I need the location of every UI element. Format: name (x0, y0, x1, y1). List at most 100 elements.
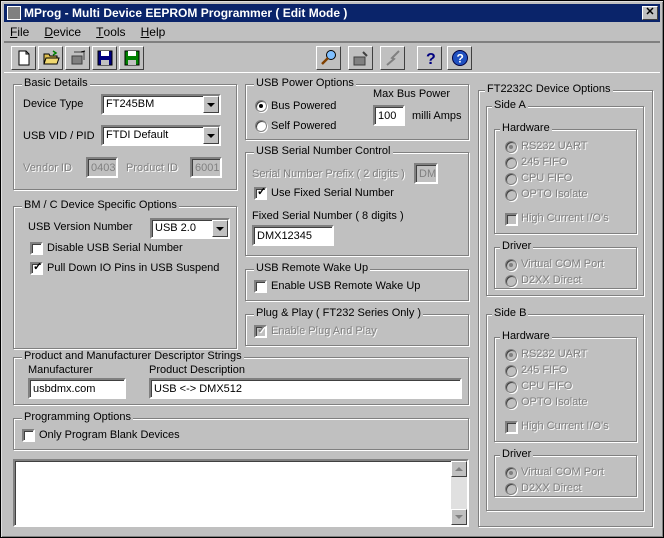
menu-device[interactable]: Device (38, 23, 87, 39)
about-icon: ? (451, 50, 468, 66)
self-powered-label: Self Powered (271, 120, 337, 132)
vertical-scrollbar[interactable] (451, 461, 467, 525)
side-a-d2xx-label: D2XX Direct (521, 274, 582, 286)
use-fixed-serial-checkbox[interactable]: ✓ (254, 187, 267, 200)
flash-button[interactable] (380, 46, 405, 70)
serial-prefix-label: Serial Number Prefix ( 2 digits ) (252, 168, 405, 180)
svg-text:?: ? (426, 51, 436, 67)
serial-prefix-field: DM (414, 163, 438, 184)
chevron-down-icon[interactable] (212, 220, 228, 237)
scroll-down-icon[interactable] (451, 509, 467, 525)
about-button[interactable]: ? (447, 46, 472, 70)
max-bus-power-field[interactable]: 100 (373, 105, 405, 126)
only-blank-checkbox[interactable] (22, 429, 35, 442)
usb-version-select[interactable]: USB 2.0 (150, 218, 230, 239)
side-b-group: Side B Hardware RS232 UART 245 FIFO CPU … (486, 307, 644, 511)
fixed-serial-field[interactable]: DMX12345 (252, 225, 334, 246)
remote-wakeup-label: Enable USB Remote Wake Up (271, 280, 421, 292)
programming-options-legend: Programming Options (22, 411, 133, 423)
vid-pid-select[interactable]: FTDI Default (101, 125, 221, 146)
manufacturer-field[interactable]: usbdmx.com (28, 378, 126, 399)
side-b-hardware-group: Hardware RS232 UART 245 FIFO CPU FIFO OP… (494, 330, 637, 442)
descriptor-strings-legend: Product and Manufacturer Descriptor Stri… (22, 350, 244, 362)
device-type-value: FT245BM (106, 98, 155, 110)
max-bus-power-label: Max Bus Power (373, 88, 451, 100)
product-id-field: 6001 (190, 157, 222, 178)
toolbar: ? ? (4, 41, 660, 73)
close-button[interactable]: ✕ (642, 6, 658, 20)
main-window: MProg - Multi Device EEPROM Programmer (… (0, 0, 664, 538)
chevron-down-icon[interactable] (203, 127, 219, 144)
side-a-vcp-label: Virtual COM Port (521, 258, 604, 270)
power-options-legend: USB Power Options (254, 77, 356, 89)
disable-serial-checkbox[interactable] (30, 242, 43, 255)
side-a-opto-radio (505, 189, 517, 201)
help-button[interactable]: ? (417, 46, 442, 70)
menu-file[interactable]: File (4, 23, 35, 39)
open-button[interactable] (38, 46, 63, 70)
new-file-icon (18, 50, 29, 66)
remote-wakeup-checkbox[interactable] (254, 280, 267, 293)
self-powered-radio[interactable] (255, 120, 267, 132)
side-b-d2xx-label: D2XX Direct (521, 482, 582, 494)
side-b-opto-label: OPTO Isolate (521, 396, 588, 408)
app-icon (7, 6, 21, 20)
side-b-d2xx-radio (505, 483, 517, 495)
program-button[interactable] (348, 46, 373, 70)
output-log[interactable] (13, 459, 469, 527)
side-b-high-current-label: High Current I/O's (521, 420, 609, 432)
vid-pid-value: FTDI Default (106, 129, 169, 141)
side-a-245fifo-label: 245 FIFO (521, 156, 568, 168)
bus-powered-radio[interactable] (255, 100, 267, 112)
scroll-up-icon[interactable] (451, 461, 467, 477)
side-b-rs232-label: RS232 UART (521, 348, 588, 360)
side-b-vcp-radio (505, 467, 517, 479)
pull-down-label: Pull Down IO Pins in USB Suspend (47, 262, 220, 274)
serial-control-group: USB Serial Number Control Serial Number … (245, 145, 469, 256)
menu-tools[interactable]: Tools (90, 23, 131, 39)
disable-serial-label: Disable USB Serial Number (47, 242, 183, 254)
side-b-245fifo-label: 245 FIFO (521, 364, 568, 376)
title-bar: MProg - Multi Device EEPROM Programmer (… (4, 4, 660, 22)
only-blank-label: Only Program Blank Devices (39, 429, 180, 441)
chevron-down-icon[interactable] (203, 96, 219, 113)
plug-and-play-legend: Plug & Play ( FT232 Series Only ) (254, 307, 424, 319)
save-as-button[interactable] (119, 46, 144, 70)
pull-down-checkbox[interactable]: ✓ (30, 262, 43, 275)
checkmark-icon: ✓ (257, 186, 267, 198)
side-b-opto-radio (505, 397, 517, 409)
save-button[interactable] (92, 46, 117, 70)
fixed-serial-label: Fixed Serial Number ( 8 digits ) (252, 210, 404, 222)
side-b-cpufifo-radio (505, 381, 517, 393)
descriptor-strings-group: Product and Manufacturer Descriptor Stri… (13, 350, 469, 405)
side-a-hardware-legend: Hardware (500, 122, 552, 134)
side-b-cpufifo-label: CPU FIFO (521, 380, 573, 392)
product-description-field[interactable]: USB <-> DMX512 (149, 378, 462, 399)
side-a-d2xx-radio (505, 275, 517, 287)
basic-details-legend: Basic Details (22, 77, 90, 89)
vendor-id-field: 0403 (86, 157, 118, 178)
plug-and-play-label: Enable Plug And Play (271, 325, 377, 337)
side-a-driver-group: Driver Virtual COM Port D2XX Direct (494, 240, 637, 289)
side-b-legend: Side B (492, 307, 529, 319)
save-icon (97, 50, 112, 66)
side-a-rs232-radio (505, 141, 517, 153)
erase-button[interactable] (65, 46, 90, 70)
side-a-opto-label: OPTO Isolate (521, 188, 588, 200)
side-a-high-current-checkbox (505, 213, 518, 226)
product-id-label: Product ID (126, 162, 178, 174)
new-file-button[interactable] (11, 46, 36, 70)
search-button[interactable] (316, 46, 341, 70)
side-b-245fifo-radio (505, 365, 517, 377)
bmc-options-group: BM / C Device Specific Options USB Versi… (13, 199, 237, 349)
usb-version-value: USB 2.0 (155, 222, 196, 234)
side-a-legend: Side A (492, 99, 528, 111)
flash-icon (385, 50, 400, 66)
side-a-vcp-radio (505, 259, 517, 271)
device-type-select[interactable]: FT245BM (101, 94, 221, 115)
save-as-icon (124, 50, 139, 66)
open-folder-icon (42, 50, 60, 65)
side-a-cpufifo-radio (505, 173, 517, 185)
menu-help[interactable]: Help (135, 23, 172, 39)
product-description-label: Product Description (149, 364, 245, 376)
